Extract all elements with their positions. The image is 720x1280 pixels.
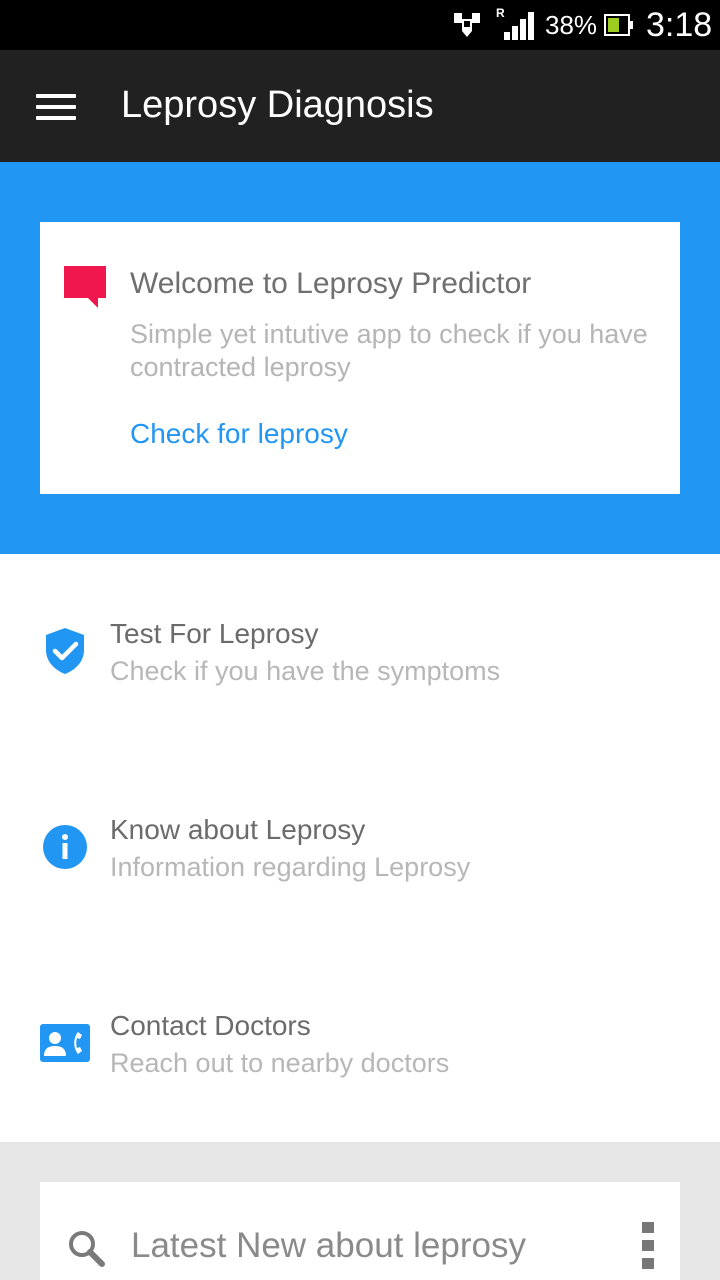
chat-bubble-icon: [64, 266, 106, 308]
shield-check-icon: [46, 628, 84, 674]
welcome-description: Simple yet intutive app to check if you …: [130, 319, 648, 382]
list-item-title: Contact Doctors: [110, 1010, 311, 1041]
search-icon: [69, 1231, 105, 1267]
feature-list: Test For Leprosy Check if you have the s…: [0, 554, 720, 1142]
notification-icon: [454, 13, 480, 37]
check-for-leprosy-link[interactable]: Check for leprosy: [130, 418, 348, 450]
battery-icon: [604, 14, 633, 36]
list-item-subtitle: Reach out to nearby doctors: [110, 1048, 450, 1078]
hero-banner: Welcome to Leprosy Predictor Simple yet …: [0, 162, 720, 554]
app-bar: Leprosy Diagnosis: [0, 50, 720, 162]
news-card[interactable]: Latest New about leprosy: [40, 1182, 680, 1280]
page-title: Leprosy Diagnosis: [121, 84, 434, 126]
contact-phone-icon: [40, 1024, 90, 1062]
battery-percent: 38%: [545, 10, 598, 40]
welcome-card: Welcome to Leprosy Predictor Simple yet …: [40, 222, 680, 494]
list-item-title: Know about Leprosy: [110, 814, 366, 845]
welcome-title: Welcome to Leprosy Predictor: [130, 267, 532, 300]
list-item-title: Test For Leprosy: [110, 618, 319, 649]
list-item-contact-doctors[interactable]: Contact Doctors Reach out to nearby doct…: [0, 946, 720, 1142]
hamburger-menu-icon[interactable]: [36, 94, 76, 120]
news-section: Latest New about leprosy: [0, 1142, 720, 1280]
list-item-subtitle: Check if you have the symptoms: [110, 656, 501, 686]
list-item-test-for-leprosy[interactable]: Test For Leprosy Check if you have the s…: [0, 554, 720, 750]
more-vertical-icon[interactable]: [640, 1222, 656, 1270]
info-icon: [43, 825, 87, 869]
list-item-know-about-leprosy[interactable]: Know about Leprosy Information regarding…: [0, 750, 720, 946]
status-bar: R 38% 3:18: [0, 0, 720, 50]
clock-time: 3:18: [646, 6, 713, 44]
list-item-subtitle: Information regarding Leprosy: [110, 852, 471, 882]
signal-strength-icon: [504, 12, 534, 40]
news-title: Latest New about leprosy: [131, 1226, 526, 1265]
